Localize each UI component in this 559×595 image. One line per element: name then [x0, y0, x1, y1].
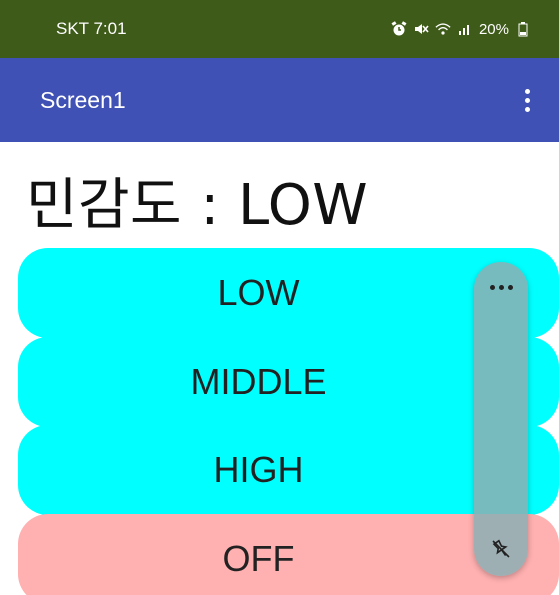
- app-bar: Screen1: [0, 58, 559, 142]
- alarm-icon: [391, 21, 407, 37]
- status-bar: SKT 7:01 20%: [0, 0, 559, 58]
- battery-icon: [515, 21, 531, 37]
- carrier-time: SKT 7:01: [56, 19, 127, 38]
- signal-icon: [457, 21, 473, 37]
- app-title: Screen1: [40, 86, 126, 113]
- battery-percent: 20%: [478, 20, 509, 38]
- mute-icon: [413, 21, 429, 37]
- phone-screen: SKT 7:01 20% Screen1 민감도 : LOW LOW MIDDL…: [0, 0, 559, 595]
- wifi-icon: [435, 21, 451, 37]
- overflow-menu-icon[interactable]: [515, 83, 539, 117]
- more-horizontal-icon[interactable]: [474, 272, 528, 302]
- status-icons: 20%: [391, 21, 531, 38]
- unpin-icon[interactable]: [486, 534, 516, 564]
- floating-edge-panel[interactable]: [474, 262, 528, 576]
- sensitivity-label: 민감도 : LOW: [26, 173, 369, 238]
